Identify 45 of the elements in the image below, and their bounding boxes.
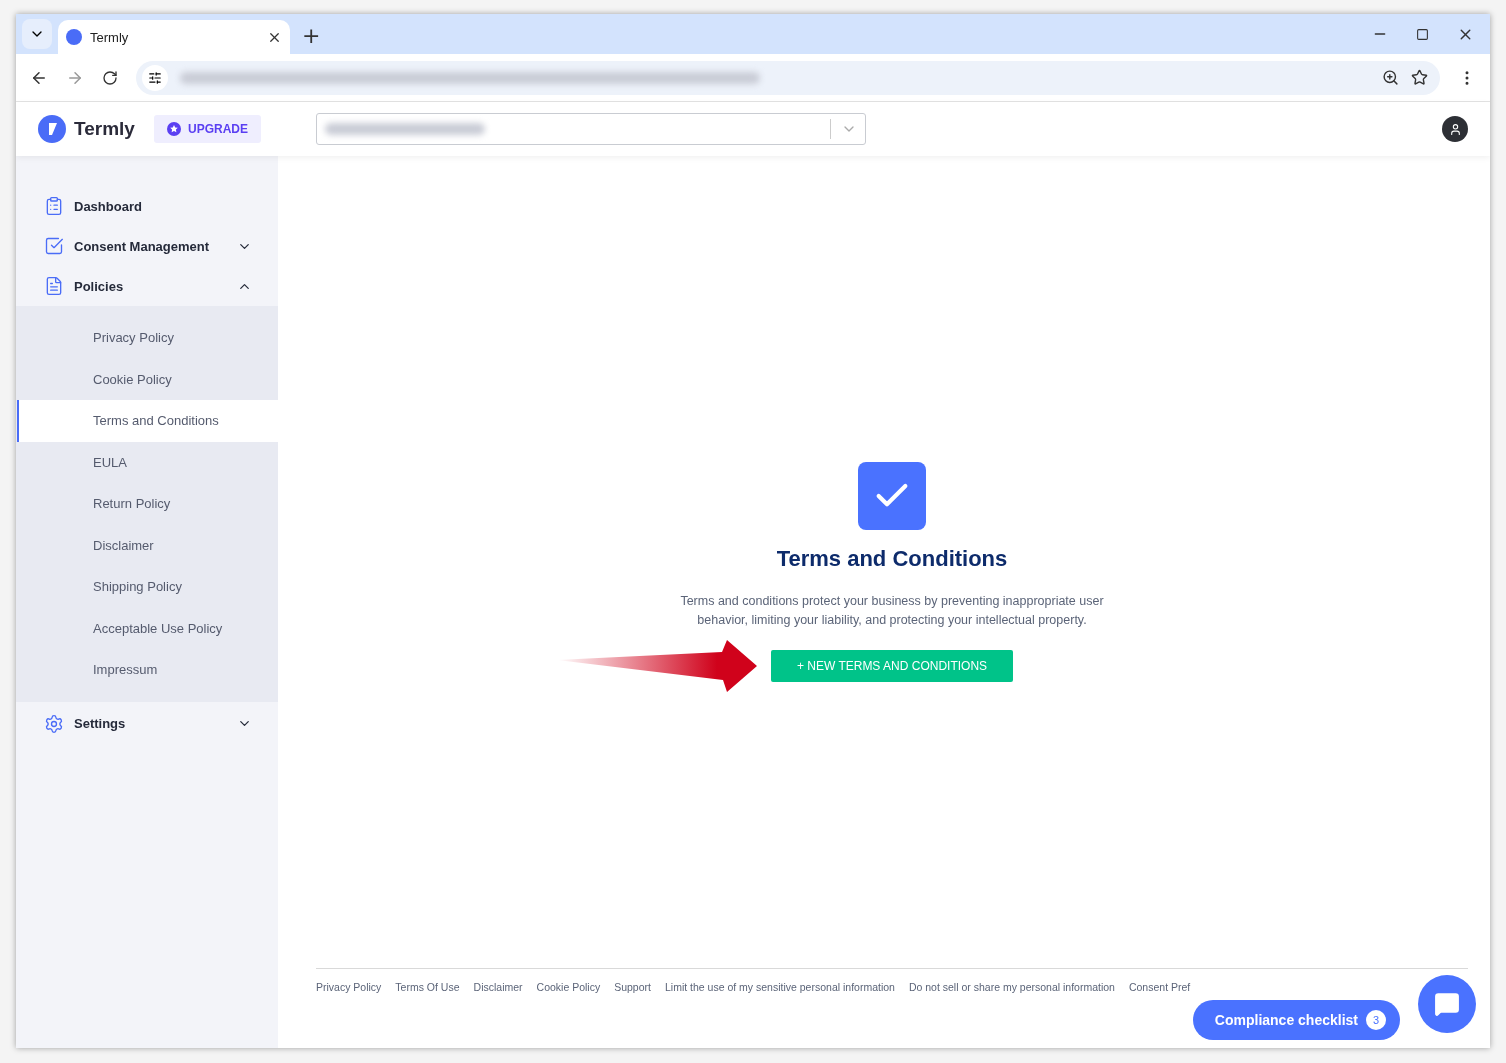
checkbox-icon: [44, 236, 64, 256]
reload-icon[interactable]: [102, 69, 118, 86]
sidebar-item[interactable]: Policies: [16, 266, 278, 306]
site-settings-icon[interactable]: [142, 64, 168, 91]
star-icon: [167, 122, 181, 136]
check-icon: [858, 462, 926, 530]
submenu-item[interactable]: Return Policy: [17, 483, 278, 525]
zoom-icon[interactable]: [1382, 69, 1399, 86]
submenu-item[interactable]: Privacy Policy: [17, 317, 278, 359]
description: Terms and conditions protect your business by preventing inappropriate user behavior, limiting your liability, and protecting your intellectual property.: [679, 593, 1105, 629]
page-title: Terms and Conditions: [776, 546, 1008, 572]
footer-link[interactable]: Limit the use of my sensitive personal information: [664, 981, 895, 1048]
browser-tab[interactable]: Termly: [58, 20, 290, 54]
submenu-item[interactable]: Disclaimer: [17, 524, 278, 566]
submenu-item[interactable]: Cookie Policy: [17, 358, 278, 400]
footer-link[interactable]: Support: [614, 981, 651, 1048]
submenu-item[interactable]: Acceptable Use Policy: [17, 607, 278, 649]
star-icon[interactable]: [1411, 69, 1428, 86]
submenu-item[interactable]: Terms and Conditions: [17, 400, 278, 442]
footer-link[interactable]: Cookie Policy: [536, 981, 601, 1048]
logo-icon: [38, 115, 66, 143]
submenu-item[interactable]: Impressum: [17, 649, 278, 691]
logo-text: Termly: [74, 118, 135, 140]
footer-link[interactable]: Do not sell or share my personal information: [908, 981, 1115, 1048]
compliance-checklist-button[interactable]: Compliance checklist 3: [1192, 1000, 1400, 1040]
submenu-item[interactable]: EULA: [17, 441, 278, 483]
footer-link[interactable]: Privacy Policy: [316, 981, 382, 1048]
new-tab-button[interactable]: +: [296, 23, 327, 48]
clipboard-icon: [44, 196, 64, 216]
tab-list-button[interactable]: [22, 19, 52, 49]
sidebar-item[interactable]: Dashboard: [16, 186, 278, 226]
footer-link[interactable]: Terms Of Use: [395, 981, 460, 1048]
settings-icon: [44, 713, 64, 734]
footer-link[interactable]: Disclaimer: [473, 981, 523, 1048]
sidebar-item[interactable]: Consent Management: [16, 226, 278, 266]
footer-link[interactable]: Consent Pref: [1128, 981, 1191, 1048]
tab-title: Termly: [90, 29, 130, 45]
count-badge: 3: [1366, 1010, 1386, 1030]
sidebar-item[interactable]: Settings: [16, 703, 278, 744]
chat-icon[interactable]: [1418, 975, 1476, 1033]
favicon-icon: [66, 29, 82, 45]
avatar-icon[interactable]: [1442, 116, 1468, 142]
document-icon: [44, 276, 64, 296]
submenu-item[interactable]: Shipping Policy: [17, 566, 278, 608]
upgrade-button[interactable]: UPGRADE: [154, 115, 261, 143]
